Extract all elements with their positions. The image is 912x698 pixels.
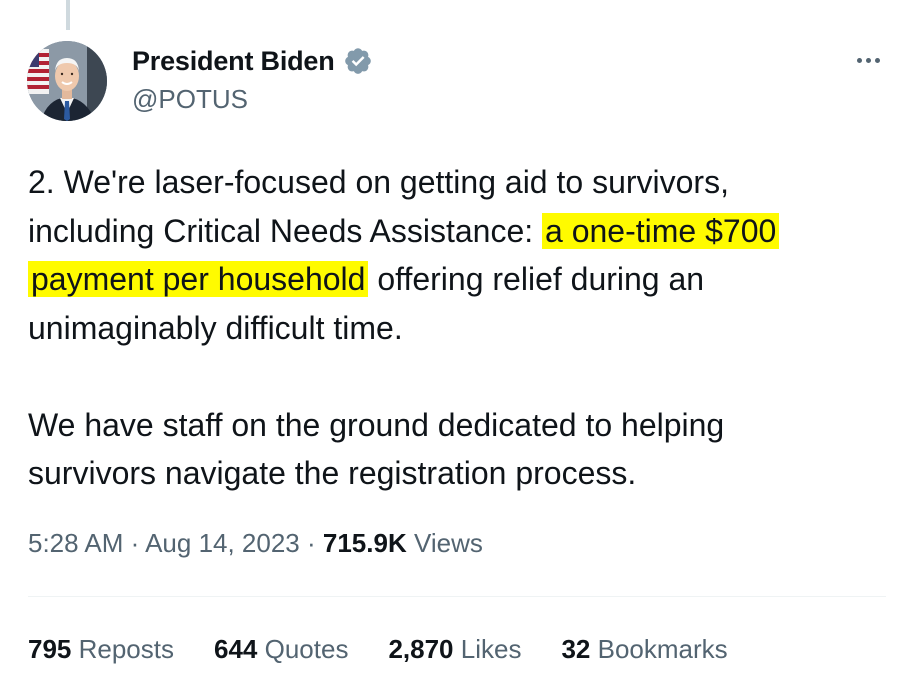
- more-options-icon[interactable]: [848, 48, 888, 72]
- likes-label: Likes: [453, 634, 522, 664]
- likes-stat[interactable]: 2,870 Likes: [388, 634, 521, 665]
- author-display-name[interactable]: President Biden: [132, 46, 335, 77]
- tweet-date[interactable]: Aug 14, 2023: [145, 528, 300, 558]
- tweet-line: 2. We're laser-focused on getting aid to…: [28, 164, 729, 200]
- quotes-count: 644: [214, 634, 258, 664]
- bookmarks-label: Bookmarks: [590, 634, 728, 664]
- tweet-text-segment: offering relief during an: [368, 261, 705, 297]
- tweet-line: unimaginably difficult time.: [28, 309, 403, 346]
- tweet-line: We have staff on the ground dedicated to…: [28, 406, 725, 443]
- avatar[interactable]: [27, 41, 107, 121]
- tweet-metadata: 5:28 AM · Aug 14, 2023 · 715.9K Views: [28, 528, 483, 559]
- avatar-image: [27, 41, 107, 121]
- tweet-text: 2. We're laser-focused on getting aid to…: [28, 158, 888, 498]
- separator-dot: ·: [123, 528, 146, 558]
- author-name-row: President Biden: [132, 42, 373, 80]
- highlighted-text: payment per household: [28, 261, 369, 297]
- highlighted-text: a one-time $700: [542, 212, 780, 249]
- bookmarks-count: 32: [561, 634, 591, 664]
- likes-count: 2,870: [388, 634, 454, 664]
- tweet-line: survivors navigate the registration proc…: [28, 455, 637, 491]
- thread-connector-line: [66, 0, 70, 30]
- bookmarks-stat[interactable]: 32 Bookmarks: [561, 634, 727, 665]
- quotes-stat[interactable]: 644 Quotes: [214, 634, 348, 665]
- verified-badge-icon[interactable]: [343, 46, 373, 76]
- reposts-stat[interactable]: 795 Reposts: [28, 634, 174, 665]
- tweet-text-segment: including Critical Needs Assistance:: [28, 212, 543, 249]
- quotes-label: Quotes: [257, 634, 349, 664]
- reposts-label: Reposts: [71, 634, 174, 664]
- reposts-count: 795: [28, 634, 72, 664]
- tweet-time[interactable]: 5:28 AM: [28, 528, 123, 558]
- views-label[interactable]: Views: [407, 528, 483, 558]
- engagement-stats: 795 Reposts 644 Quotes 2,870 Likes 32 Bo…: [28, 634, 768, 665]
- separator-dot: ·: [299, 528, 323, 558]
- views-count[interactable]: 715.9K: [323, 528, 407, 558]
- author-handle[interactable]: @POTUS: [132, 84, 248, 115]
- divider: [28, 596, 886, 597]
